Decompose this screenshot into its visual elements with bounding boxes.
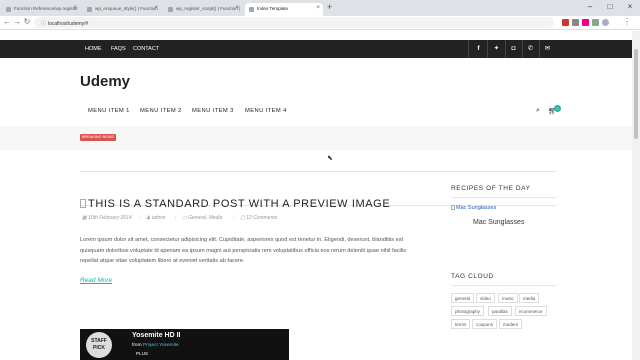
browser-tab[interactable]: wp_register_script() | Function | × (164, 3, 242, 16)
browser-toolbar: ← → ↻ ⓘ localhost/udemy/# ⋮ (0, 16, 640, 30)
staff-pick-badge: STAFF PICK (86, 332, 112, 358)
tag-item[interactable]: music (498, 293, 518, 303)
topbar-link-contact[interactable]: CONTACT (133, 46, 159, 52)
divider (522, 40, 523, 58)
instagram-icon[interactable]: ◘ (509, 44, 518, 54)
browser-tab[interactable]: wp_enqueue_style() | Function × (83, 3, 161, 16)
info-icon: ⓘ (41, 21, 47, 27)
topbar-link-home[interactable]: HOME (85, 46, 102, 52)
divider (451, 197, 557, 198)
facebook-icon[interactable]: f (474, 44, 483, 54)
read-more-link[interactable]: Read More (80, 277, 112, 284)
recipes-title: RECIPES OF THE DAY (451, 185, 531, 192)
topbar-link-faqs[interactable]: FAQS (111, 46, 126, 52)
tag-item[interactable]: general (451, 293, 475, 303)
tab-favicon-icon (6, 7, 11, 12)
tag-item[interactable]: coupons (472, 319, 498, 329)
extension-icon[interactable] (562, 19, 569, 26)
divider (80, 171, 557, 172)
divider (468, 40, 469, 58)
top-bar: HOME FAQS CONTACT f ✦ ◘ ✆ ✉ (0, 40, 632, 58)
new-tab-icon[interactable]: + (327, 2, 332, 12)
tag-item[interactable]: parallax (488, 306, 512, 316)
close-tab-icon[interactable]: × (316, 5, 320, 11)
divider (487, 40, 488, 58)
extension-icon[interactable] (592, 19, 599, 26)
browser-tab-strip: Function Reference/wp register × wp_enque… (0, 0, 640, 16)
meta-separator: / (233, 215, 235, 221)
post-excerpt: Lorem ipsum dolor sit amet, consectetur … (80, 237, 407, 264)
tab-favicon-icon (87, 7, 92, 12)
menu-divider-wrap (0, 111, 632, 206)
mail-icon[interactable]: ✉ (543, 44, 552, 54)
post-date: ▦ 10th February 2014 (82, 215, 132, 221)
video-embed[interactable]: STAFF PICK Yosemite HD II from Project Y… (80, 329, 289, 360)
breaking-news-label: BREAKING NEWS (80, 134, 117, 141)
meta-separator: / (139, 215, 141, 221)
broken-image-icon (451, 205, 455, 210)
tag-item[interactable]: terms (451, 319, 471, 329)
close-tab-icon[interactable]: × (73, 5, 77, 11)
meta-separator: / (175, 215, 177, 221)
browser-menu-icon[interactable]: ⋮ (622, 17, 632, 26)
twitter-icon[interactable]: ✦ (492, 44, 501, 54)
video-plus-label: PLUS (136, 351, 149, 356)
broken-image-icon (80, 199, 86, 208)
post-categories[interactable]: ▭ General, Media (182, 215, 222, 221)
extension-icon[interactable] (582, 19, 589, 26)
close-tab-icon[interactable]: × (235, 5, 239, 11)
tag-item[interactable]: photography (451, 306, 485, 316)
browser-tab[interactable]: Function Reference/wp register × (2, 3, 80, 16)
mouse-cursor-icon: ⬉ (327, 155, 333, 162)
close-tab-icon[interactable]: × (154, 5, 158, 11)
browser-tab-active[interactable]: Index Template × (245, 3, 323, 16)
video-channel-link[interactable]: Project Yosemite (143, 343, 179, 348)
phone-icon[interactable]: ✆ (526, 44, 535, 54)
video-from-label: from (132, 343, 142, 348)
web-page: HOME FAQS CONTACT f ✦ ◘ ✆ ✉ Udemy MENU I… (0, 31, 632, 360)
maximize-icon[interactable]: □ (600, 0, 620, 14)
address-bar[interactable]: ⓘ localhost/udemy/# (34, 17, 554, 28)
divider (505, 40, 506, 58)
site-logo[interactable]: Udemy (80, 73, 130, 90)
tab-favicon-icon (249, 7, 254, 12)
tag-cloud-title: TAG CLOUD (451, 273, 494, 280)
post-comments[interactable]: ▢ 12 Comments (240, 215, 277, 221)
video-title[interactable]: Yosemite HD II (132, 332, 181, 339)
scrollbar-thumb[interactable] (634, 49, 638, 139)
page-scrollbar[interactable] (632, 31, 640, 360)
tag-item[interactable]: ecommerce (515, 306, 547, 316)
tab-favicon-icon (168, 7, 173, 12)
back-icon[interactable]: ← (2, 17, 12, 26)
forward-icon[interactable]: → (12, 17, 22, 26)
divider (451, 285, 557, 286)
profile-avatar-icon[interactable] (602, 19, 609, 26)
tag-item[interactable]: video (476, 293, 495, 303)
divider (539, 40, 540, 58)
post-author[interactable]: ♟ admin (146, 215, 166, 221)
reload-icon[interactable]: ↻ (22, 17, 32, 26)
tag-item[interactable]: media (519, 293, 540, 303)
tag-item[interactable]: modern (499, 319, 523, 329)
close-window-icon[interactable]: × (620, 0, 640, 14)
recipe-image[interactable]: Mac Sunglasses (451, 205, 496, 211)
video-source: from Project Yosemite (132, 343, 179, 348)
extension-icon[interactable] (572, 19, 579, 26)
recipe-name[interactable]: Mac Sunglasses (473, 219, 524, 226)
post-title[interactable]: THIS IS A STANDARD POST WITH A PREVIEW I… (80, 198, 390, 210)
minimize-icon[interactable]: – (580, 0, 600, 14)
